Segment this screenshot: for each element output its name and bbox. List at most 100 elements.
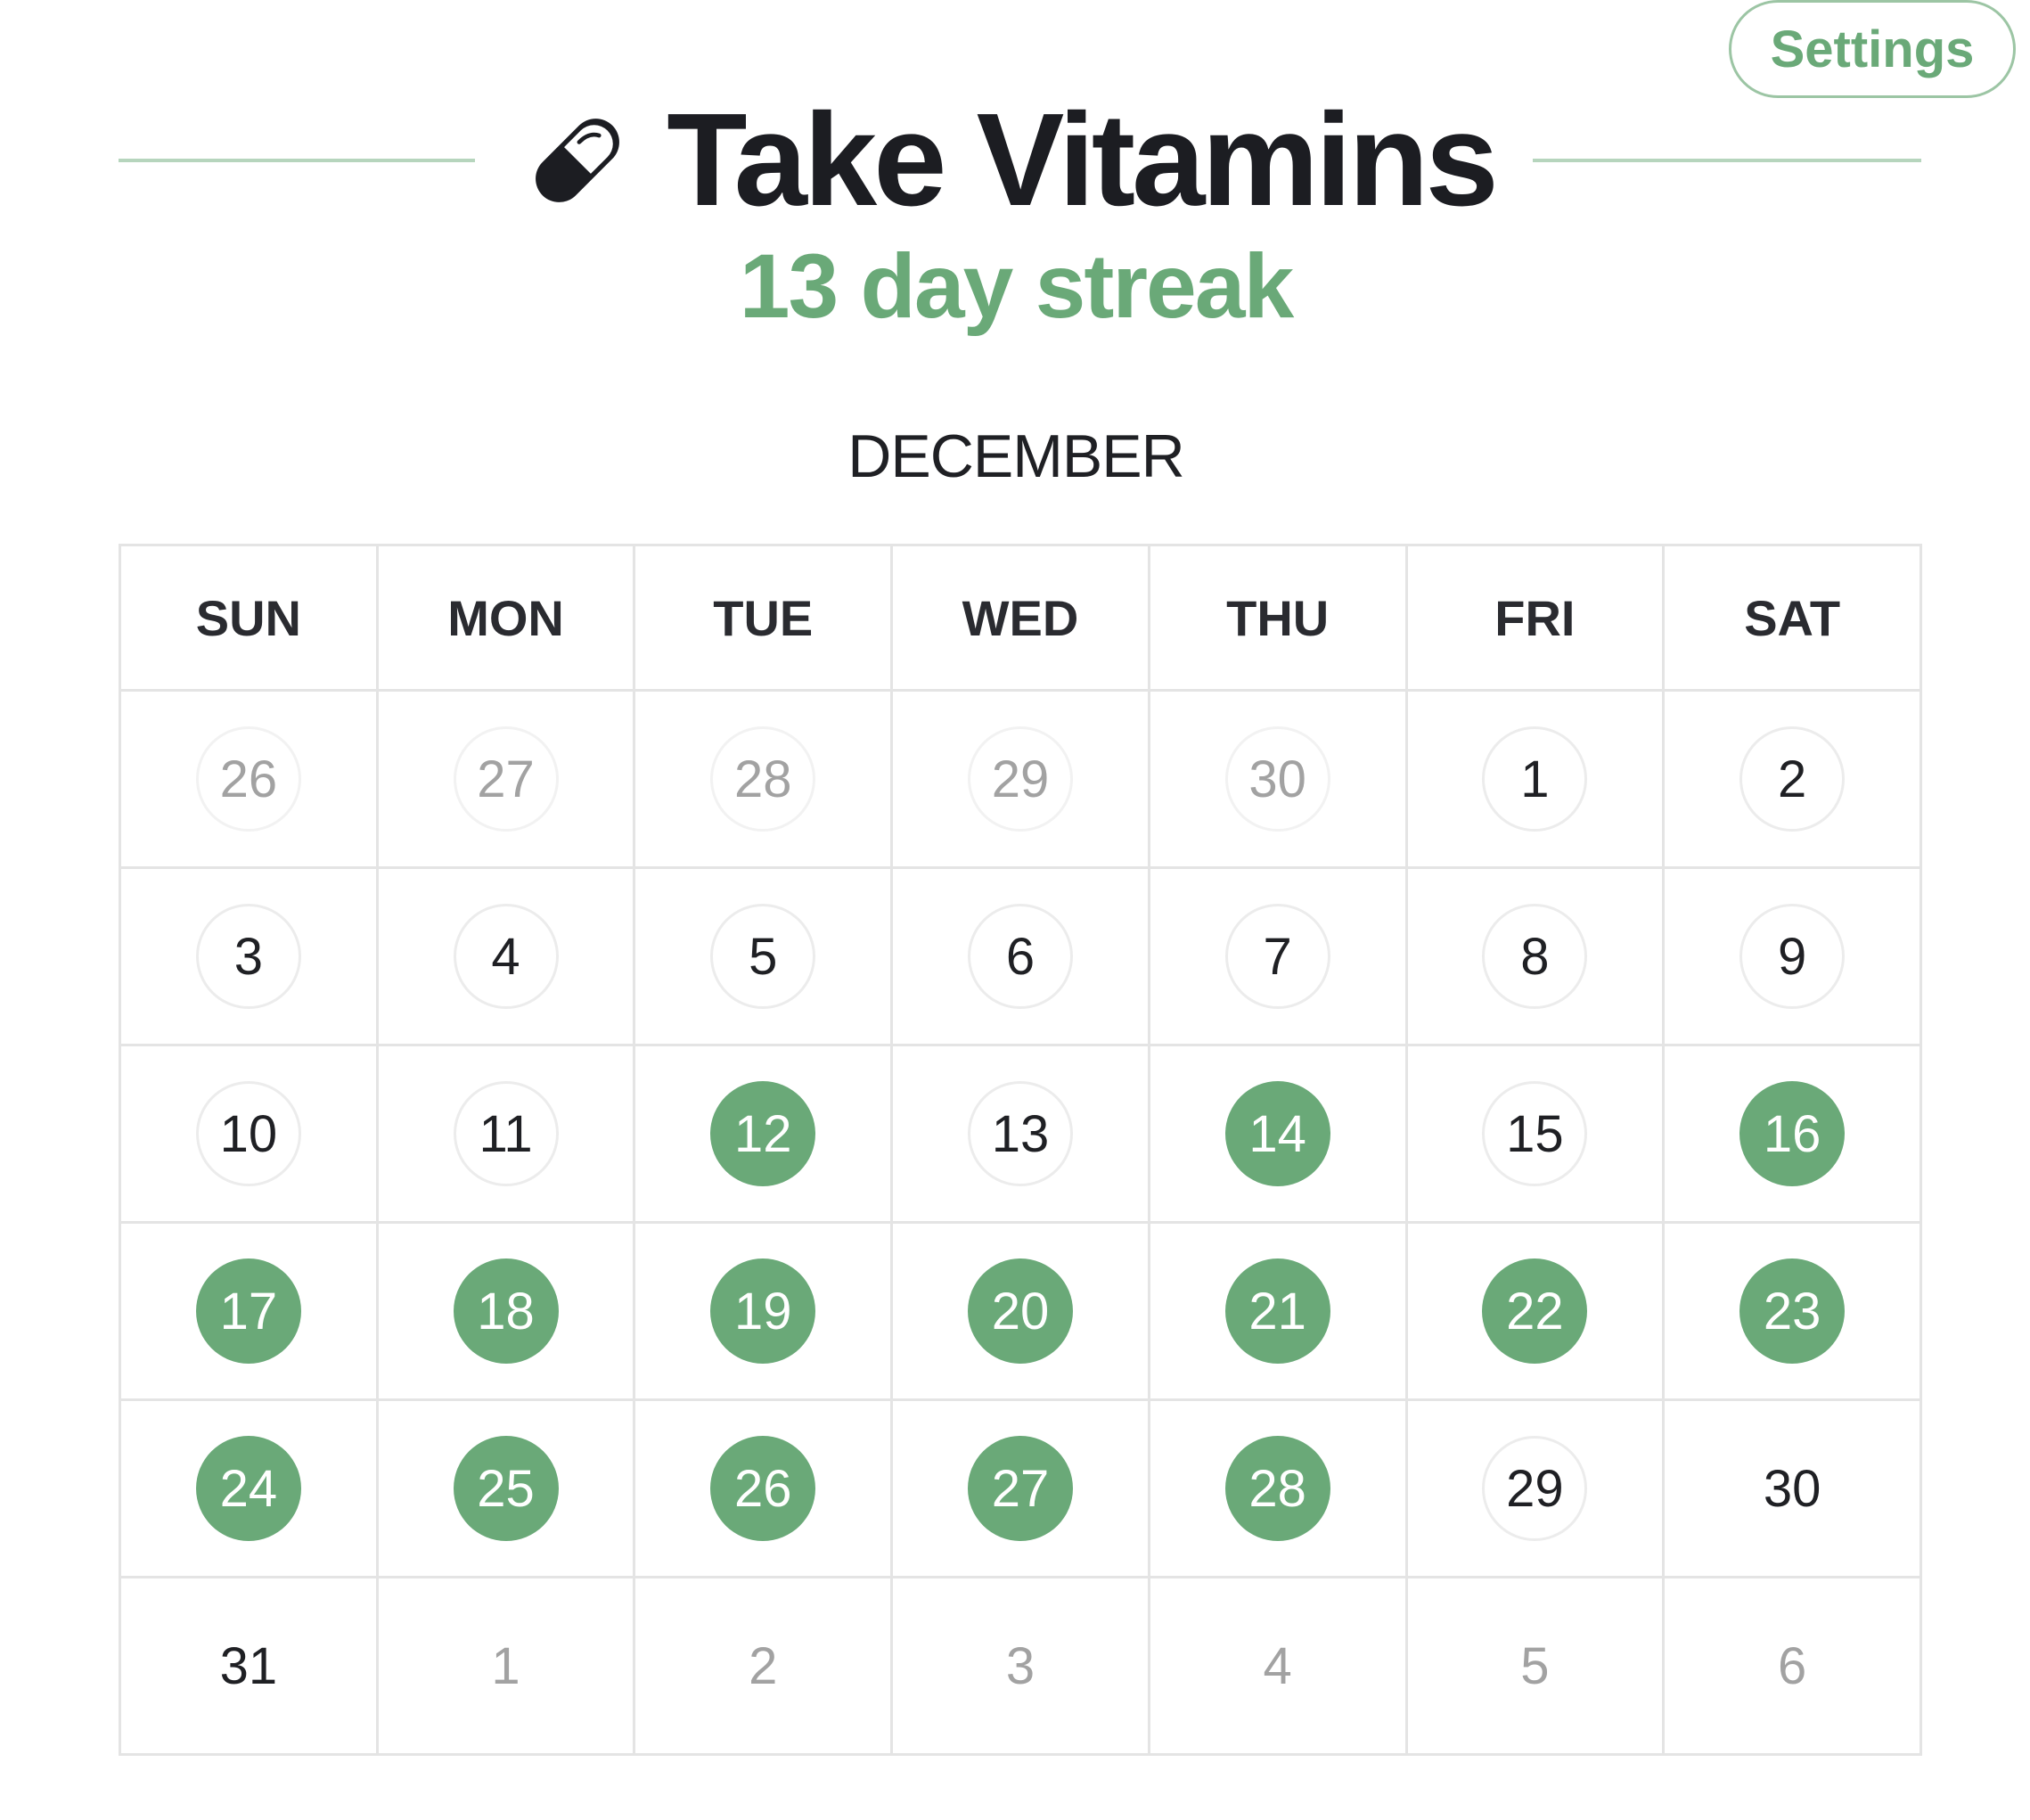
day-button[interactable]: 2: [710, 1613, 815, 1718]
day-button[interactable]: 30: [1224, 726, 1330, 832]
calendar-cell: 27: [375, 689, 636, 869]
day-button[interactable]: 29: [1482, 1436, 1588, 1541]
calendar-cell: 11: [375, 1044, 636, 1224]
calendar-cell: 29: [890, 689, 1150, 869]
day-button[interactable]: 9: [1739, 904, 1846, 1009]
day-button[interactable]: 4: [1225, 1613, 1330, 1718]
weekday-sat: SAT: [1662, 544, 1922, 692]
calendar-cell: 16: [1662, 1044, 1922, 1224]
calendar-week-row: 24 25 26 27 28 29 30: [119, 1398, 1922, 1578]
month-label: DECEMBER: [847, 422, 1184, 490]
calendar-cell: 20: [890, 1221, 1150, 1401]
calendar-cell: 31: [119, 1576, 379, 1756]
day-button[interactable]: 3: [968, 1613, 1073, 1718]
day-completed[interactable]: 16: [1739, 1081, 1846, 1186]
calendar-cell: 8: [1404, 866, 1666, 1046]
calendar-week-row: 3 4 5 6 7 8 9: [119, 866, 1922, 1046]
day-button[interactable]: 15: [1482, 1081, 1588, 1186]
day-completed[interactable]: 27: [967, 1436, 1073, 1541]
day-completed[interactable]: 24: [195, 1436, 301, 1541]
calendar-cell: 14: [1147, 1044, 1408, 1224]
day-button[interactable]: 30: [1739, 1436, 1845, 1541]
day-completed[interactable]: 17: [195, 1258, 301, 1364]
day-button[interactable]: 6: [967, 904, 1073, 1009]
calendar-cell: 10: [119, 1044, 379, 1224]
streak-counter: 13 day streak: [739, 235, 1294, 337]
calendar-cell: 27: [890, 1398, 1150, 1578]
day-button[interactable]: 5: [1482, 1613, 1587, 1718]
calendar-cell: 28: [633, 689, 894, 869]
habit-title: Take Vitamins: [667, 86, 1499, 234]
calendar-weeks: 26 27 28 29 30 1 2 3 4 5 6 7 8 9 10 11 12 13 14 15 16 17 18 19 2…: [119, 689, 1922, 1756]
calendar-cell: 30: [1662, 1398, 1922, 1578]
calendar-cell: 3: [119, 866, 379, 1046]
weekday-sun: SUN: [119, 544, 379, 692]
day-completed[interactable]: 21: [1224, 1258, 1330, 1364]
day-button[interactable]: 1: [454, 1613, 559, 1718]
day-button[interactable]: 10: [195, 1081, 301, 1186]
calendar-cell: 7: [1147, 866, 1408, 1046]
calendar-cell: 25: [375, 1398, 636, 1578]
day-button[interactable]: 11: [453, 1081, 559, 1186]
calendar-cell: 26: [119, 689, 379, 869]
title-divider-right: [1533, 159, 1921, 162]
day-button[interactable]: 29: [967, 726, 1073, 832]
calendar-cell: 29: [1404, 1398, 1666, 1578]
calendar-cell: 1: [375, 1576, 636, 1756]
day-button[interactable]: 4: [453, 904, 559, 1009]
calendar-cell: 15: [1404, 1044, 1666, 1224]
calendar-cell: 5: [1404, 1576, 1666, 1756]
day-completed[interactable]: 19: [710, 1258, 816, 1364]
calendar-cell: 2: [633, 1576, 894, 1756]
settings-button[interactable]: Settings: [1729, 0, 2016, 98]
day-button[interactable]: 13: [967, 1081, 1073, 1186]
title-divider-left: [119, 159, 475, 162]
calendar-cell: 4: [375, 866, 636, 1046]
day-button[interactable]: 1: [1482, 726, 1588, 832]
day-button[interactable]: 3: [195, 904, 301, 1009]
weekday-thu: THU: [1147, 544, 1408, 692]
day-completed[interactable]: 28: [1224, 1436, 1330, 1541]
calendar-week-row: 31 1 2 3 4 5 6: [119, 1576, 1922, 1756]
weekday-tue: TUE: [633, 544, 894, 692]
day-button[interactable]: 7: [1224, 904, 1330, 1009]
pill-icon: [536, 119, 620, 202]
day-button[interactable]: 28: [710, 726, 816, 832]
calendar-week-row: 17 18 19 20 21 22 23: [119, 1221, 1922, 1401]
calendar-cell: 26: [633, 1398, 894, 1578]
weekday-wed: WED: [890, 544, 1150, 692]
calendar-cell: 19: [633, 1221, 894, 1401]
day-button[interactable]: 27: [453, 726, 559, 832]
calendar-cell: 30: [1147, 689, 1408, 869]
calendar-cell: 21: [1147, 1221, 1408, 1401]
day-completed[interactable]: 14: [1224, 1081, 1330, 1186]
day-completed[interactable]: 20: [967, 1258, 1073, 1364]
calendar-cell: 9: [1662, 866, 1922, 1046]
calendar-cell: 12: [633, 1044, 894, 1224]
day-button[interactable]: 2: [1739, 726, 1846, 832]
weekday-mon: MON: [375, 544, 636, 692]
calendar-cell: 2: [1662, 689, 1922, 869]
day-completed[interactable]: 12: [710, 1081, 816, 1186]
day-button[interactable]: 8: [1482, 904, 1588, 1009]
day-button[interactable]: 26: [195, 726, 301, 832]
calendar-cell: 1: [1404, 689, 1666, 869]
day-completed[interactable]: 26: [710, 1436, 816, 1541]
calendar-week-row: 10 11 12 13 14 15 16: [119, 1044, 1922, 1224]
day-completed[interactable]: 23: [1739, 1258, 1846, 1364]
calendar-cell: 6: [1662, 1576, 1922, 1756]
calendar-cell: 28: [1147, 1398, 1408, 1578]
day-completed[interactable]: 25: [453, 1436, 559, 1541]
day-completed[interactable]: 22: [1482, 1258, 1588, 1364]
day-button[interactable]: 31: [196, 1613, 301, 1718]
day-button[interactable]: 5: [710, 904, 816, 1009]
calendar-cell: 5: [633, 866, 894, 1046]
calendar-cell: 3: [890, 1576, 1150, 1756]
weekday-header-row: SUN MON TUE WED THU FRI SAT: [119, 544, 1922, 692]
calendar-week-row: 26 27 28 29 30 1 2: [119, 689, 1922, 869]
weekday-fri: FRI: [1404, 544, 1666, 692]
calendar-cell: 24: [119, 1398, 379, 1578]
day-button[interactable]: 6: [1739, 1613, 1845, 1718]
day-completed[interactable]: 18: [453, 1258, 559, 1364]
calendar-grid: SUN MON TUE WED THU FRI SAT 26 27 28 29 30 1 2…: [119, 544, 1922, 1756]
